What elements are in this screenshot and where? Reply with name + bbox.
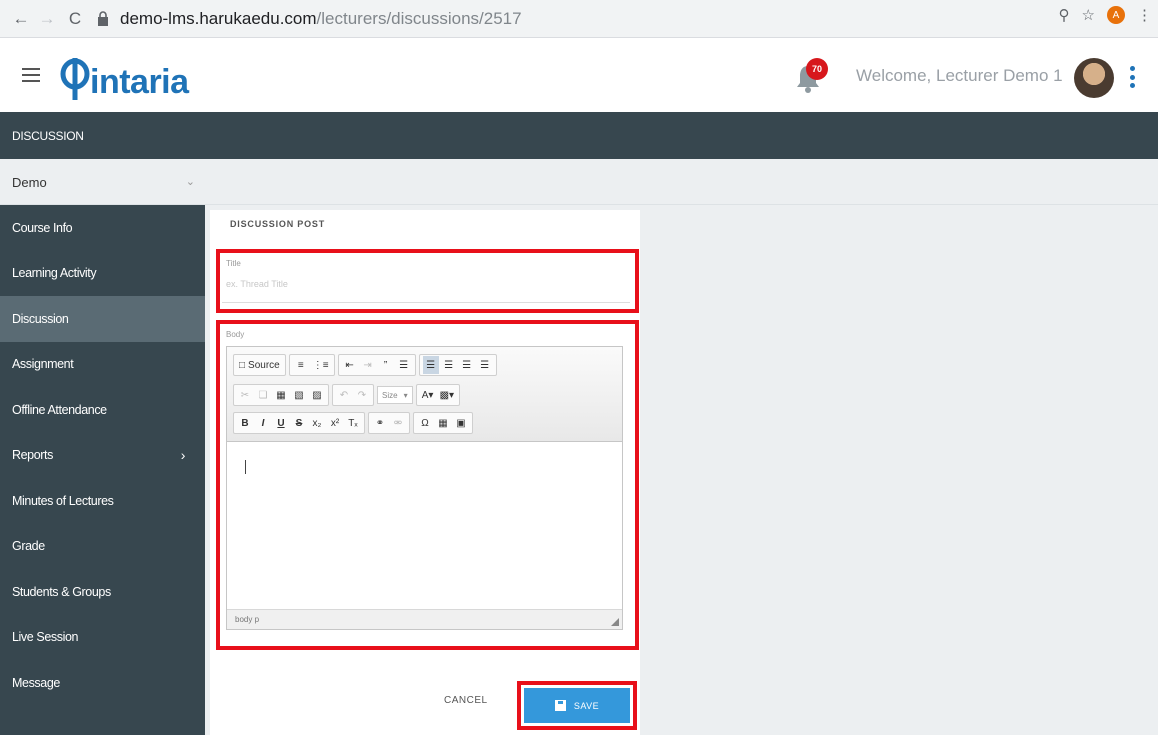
back-button[interactable]: ← (8, 6, 34, 32)
zoom-icon[interactable]: ⚲ (1059, 6, 1070, 24)
cancel-button[interactable]: CANCEL (444, 695, 488, 706)
browser-actions: ⚲ ☆ A ⋮ (1059, 6, 1152, 24)
logo[interactable]: intaria (60, 52, 189, 102)
address-bar[interactable]: demo-lms.harukaedu.com/lecturers/discuss… (96, 6, 1006, 32)
star-icon[interactable]: ☆ (1082, 6, 1095, 24)
sidebar-item-label: Message (12, 675, 60, 690)
sidebar-item-label: Discussion (12, 311, 69, 326)
sidebar-item-students-groups[interactable]: Students & Groups (0, 569, 205, 615)
reload-button[interactable]: C (62, 6, 88, 32)
profile-avatar[interactable]: A (1107, 6, 1125, 24)
user-avatar[interactable] (1074, 58, 1114, 98)
sidebar: Course Info Learning Activity Discussion… (0, 205, 205, 735)
notification-badge: 70 (806, 58, 828, 80)
url-path: /lecturers/discussions/2517 (316, 9, 522, 28)
logo-mark-icon (60, 58, 90, 100)
logo-text: intaria (90, 63, 189, 101)
sidebar-item-label: Students & Groups (12, 584, 111, 599)
lock-icon (98, 11, 108, 26)
section-title: DISCUSSION (0, 112, 1158, 159)
sidebar-item-label: Learning Activity (12, 266, 97, 281)
app-header: intaria 70 Welcome, Lecturer Demo 1 (0, 38, 1158, 112)
sidebar-item-label: Reports (12, 448, 53, 463)
sidebar-item-grade[interactable]: Grade (0, 524, 205, 570)
sidebar-item-label: Assignment (12, 357, 74, 372)
sidebar-item-course-info[interactable]: Course Info (0, 205, 205, 251)
sidebar-item-minutes-of-lectures[interactable]: Minutes of Lectures (0, 478, 205, 524)
chevron-down-icon: ⌄ (185, 176, 195, 188)
forward-arrow-icon: → (38, 9, 56, 28)
url-host: demo-lms.harukaedu.com (120, 9, 317, 28)
sidebar-item-reports[interactable]: Reports › (0, 433, 205, 479)
sidebar-item-label: Offline Attendance (12, 402, 107, 417)
sidebar-item-assignment[interactable]: Assignment (0, 342, 205, 388)
save-highlight-box (517, 681, 637, 730)
course-select[interactable]: Demo ⌄ (0, 159, 205, 205)
reload-icon: C (68, 9, 82, 28)
chevron-right-icon: › (180, 447, 186, 464)
sidebar-item-label: Grade (12, 539, 45, 554)
course-select-value: Demo (12, 174, 47, 190)
welcome-text: Welcome, Lecturer Demo 1 (856, 66, 1063, 85)
title-highlight-box (216, 249, 639, 313)
browser-menu-icon[interactable]: ⋮ (1137, 6, 1152, 24)
sidebar-item-label: Live Session (12, 630, 79, 645)
sidebar-item-offline-attendance[interactable]: Offline Attendance (0, 387, 205, 433)
course-row: Demo ⌄ (0, 159, 1158, 205)
sidebar-item-message[interactable]: Message (0, 660, 205, 706)
sidebar-item-live-session[interactable]: Live Session (0, 615, 205, 661)
card-title: DISCUSSION POST (230, 219, 326, 229)
forward-button[interactable]: → (34, 6, 60, 32)
sidebar-item-learning-activity[interactable]: Learning Activity (0, 251, 205, 297)
hamburger-menu-icon[interactable] (22, 68, 40, 82)
sidebar-item-label: Minutes of Lectures (12, 493, 114, 508)
body-highlight-box (216, 320, 639, 650)
browser-toolbar: ← → C demo-lms.harukaedu.com/lecturers/d… (0, 0, 1158, 38)
kebab-menu-icon[interactable] (1130, 66, 1136, 88)
back-arrow-icon: ← (12, 9, 30, 28)
sidebar-item-label: Course Info (12, 220, 73, 235)
sidebar-item-discussion[interactable]: Discussion (0, 296, 205, 342)
